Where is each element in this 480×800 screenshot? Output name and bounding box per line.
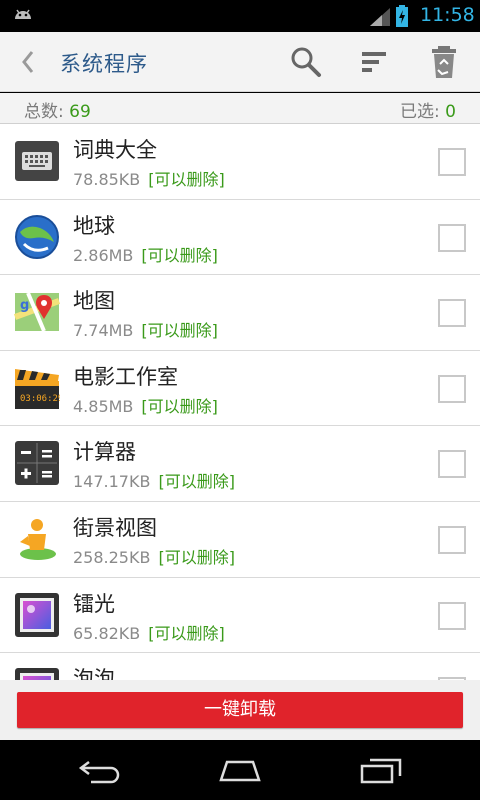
- list-item[interactable]: 街景视图 258.25KB [可以删除]: [0, 501, 480, 578]
- app-tag: [可以删除]: [148, 170, 225, 189]
- nav-recent-apps-icon[interactable]: [356, 754, 406, 786]
- select-checkbox[interactable]: [438, 450, 466, 479]
- select-checkbox[interactable]: [438, 374, 466, 403]
- app-size: 147.17KB: [73, 472, 151, 492]
- summary-bar: 总数: 69 已选: 0: [0, 93, 480, 124]
- svg-text:03:06:29: 03:06:29: [20, 394, 60, 404]
- live-wallpaper-icon: [15, 592, 59, 637]
- app-tag: [可以删除]: [148, 623, 225, 643]
- battery-charging-icon: [396, 5, 408, 27]
- app-tag: [可以删除]: [158, 547, 235, 567]
- app-name: 地球: [73, 213, 115, 238]
- page-title: 系统程序: [60, 52, 148, 76]
- app-meta: 7.74MB [可以删除]: [73, 317, 218, 341]
- action-area: 一键卸载: [0, 680, 480, 740]
- select-checkbox[interactable]: [438, 148, 466, 176]
- svg-text:g: g: [20, 298, 29, 313]
- sort-icon[interactable]: [356, 44, 392, 80]
- app-bar: 系统程序: [0, 32, 480, 92]
- app-size: 7.74MB: [73, 321, 134, 341]
- total-value: 69: [69, 102, 91, 122]
- search-icon[interactable]: [288, 44, 324, 80]
- app-name: 泡泡: [73, 667, 115, 680]
- google-earth-icon: [15, 214, 59, 259]
- app-name: 电影工作室: [73, 364, 178, 389]
- total-label: 总数:: [24, 102, 64, 122]
- app-size: 78.85KB: [73, 170, 141, 189]
- selected-label: 已选:: [400, 102, 440, 122]
- app-size: 2.86MB: [73, 245, 134, 265]
- status-bar: 11:58: [0, 0, 480, 32]
- keyboard-icon: [15, 141, 59, 181]
- select-checkbox[interactable]: [438, 601, 466, 630]
- select-checkbox[interactable]: [438, 525, 466, 554]
- app-size: 65.82KB: [73, 623, 141, 643]
- app-name: 地图: [73, 289, 115, 314]
- app-meta: 78.85KB [可以删除]: [73, 166, 225, 190]
- nav-back-icon[interactable]: [75, 754, 125, 786]
- recycle-bin-icon[interactable]: [426, 44, 462, 80]
- total-count: 总数: 69: [24, 97, 91, 122]
- street-view-icon: [20, 518, 56, 560]
- list-item[interactable]: 03:06:29 电影工作室 4.85MB [可以删除]: [0, 350, 480, 427]
- app-name: 计算器: [73, 440, 136, 465]
- list-item[interactable]: 镭光 65.82KB [可以删除]: [0, 577, 480, 654]
- back-chevron-icon[interactable]: [18, 48, 38, 76]
- app-meta: 65.82KB [可以删除]: [73, 620, 225, 644]
- app-meta: 2.86MB [可以删除]: [73, 242, 218, 266]
- list-item[interactable]: 词典大全 78.85KB [可以删除]: [0, 124, 480, 200]
- list-item[interactable]: 地球 2.86MB [可以删除]: [0, 199, 480, 276]
- list-item[interactable]: 计算器 147.17KB [可以删除]: [0, 426, 480, 502]
- app-meta: 147.17KB [可以删除]: [73, 468, 235, 492]
- select-checkbox[interactable]: [438, 299, 466, 328]
- nav-home-icon[interactable]: [215, 754, 265, 786]
- app-meta: 4.85MB [可以删除]: [73, 393, 218, 417]
- selected-value: 0: [445, 102, 456, 122]
- app-tag: [可以删除]: [141, 321, 218, 341]
- app-size: 258.25KB: [73, 547, 151, 567]
- app-meta: 258.25KB [可以删除]: [73, 544, 235, 568]
- list-item[interactable]: g 地图 7.74MB [可以删除]: [0, 275, 480, 351]
- maps-icon: g: [14, 292, 60, 332]
- app-name: 镭光: [73, 591, 115, 616]
- list-item[interactable]: 泡泡: [0, 653, 480, 680]
- selected-count: 已选: 0: [400, 97, 456, 122]
- android-debug-icon: [15, 9, 31, 19]
- select-checkbox[interactable]: [438, 223, 466, 252]
- app-size: 4.85MB: [73, 396, 134, 416]
- app-tag: [可以删除]: [141, 245, 218, 265]
- movie-studio-icon: 03:06:29: [15, 368, 60, 409]
- app-list: 词典大全 78.85KB [可以删除] 地球 2.86MB [可以删除] g 地图 …: [0, 124, 480, 680]
- navigation-bar: [0, 740, 480, 800]
- live-wallpaper-icon: [15, 668, 59, 680]
- signal-icon: [370, 8, 390, 26]
- app-tag: [可以删除]: [158, 472, 235, 492]
- app-name: 词典大全: [73, 138, 157, 162]
- app-name: 街景视图: [73, 515, 157, 540]
- one-click-uninstall-button[interactable]: 一键卸载: [17, 692, 463, 728]
- app-tag: [可以删除]: [141, 396, 218, 416]
- status-time: 11:58: [420, 4, 475, 26]
- calculator-icon: [15, 441, 59, 486]
